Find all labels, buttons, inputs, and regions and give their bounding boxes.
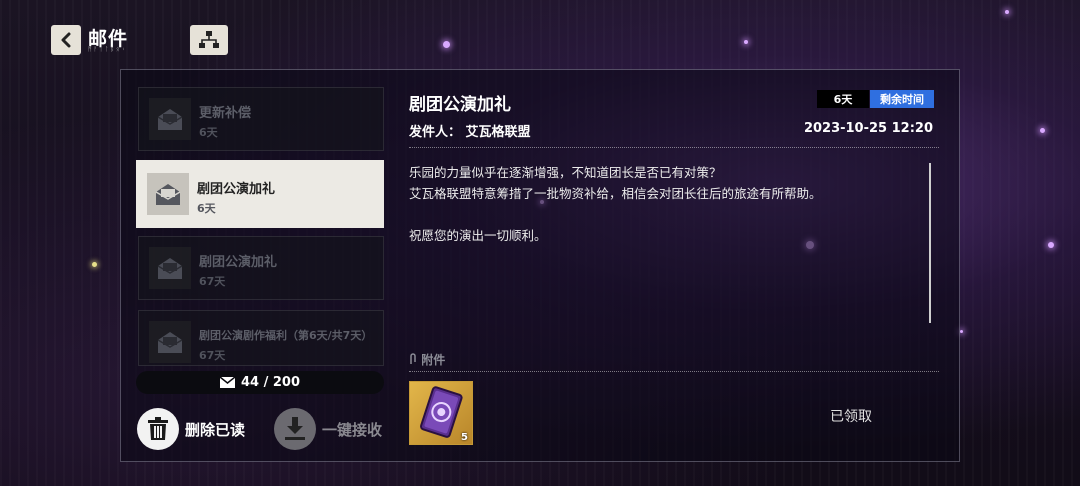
mail-title: 剧团公演加礼 — [409, 95, 511, 115]
mail-item-icon-box — [149, 247, 191, 289]
background-sparkle — [92, 262, 97, 267]
delete-read-button[interactable]: 删除已读 — [137, 408, 245, 450]
mail-item-days: 6天 — [199, 126, 218, 139]
background-sparkle — [1005, 10, 1009, 14]
tree-button[interactable] — [190, 25, 228, 55]
paperclip-icon — [410, 353, 416, 364]
mail-item-days: 6天 — [197, 202, 216, 215]
mail-item-name: 剧团公演加礼 — [197, 182, 276, 197]
receive-circle — [274, 408, 316, 450]
back-button[interactable] — [51, 25, 81, 55]
mail-list-item[interactable]: 剧团公演剧作福利（第6天/共7天） 67天 — [138, 310, 384, 366]
divider — [409, 147, 939, 148]
background-sparkle — [960, 330, 963, 333]
mail-count-text: 44 / 200 — [240, 375, 301, 390]
attachment-label-text: 附件 — [421, 353, 446, 367]
back-arrow-icon — [61, 32, 71, 48]
delete-read-label: 删除已读 — [185, 420, 246, 439]
envelope-open-icon — [157, 258, 183, 279]
mail-list-item[interactable]: 更新补偿 6天 — [138, 87, 384, 151]
claimed-status: 已领取 — [830, 409, 872, 425]
mail-icon — [219, 377, 235, 388]
receive-all-button[interactable]: 一键接收 — [274, 408, 382, 450]
tree-icon — [199, 31, 219, 48]
download-icon — [285, 417, 305, 440]
mail-sender: 发件人： 艾瓦格联盟 — [409, 125, 531, 140]
attachment-quantity: 5 — [461, 432, 468, 443]
mail-item-icon-box — [149, 98, 191, 140]
background-sparkle — [1040, 128, 1045, 133]
trash-icon — [148, 417, 168, 440]
mail-body-line: 祝愿您的演出一切顺利。 — [409, 228, 547, 243]
mail-list-item[interactable]: 剧团公演加礼 67天 — [138, 236, 384, 300]
body-scrollbar[interactable] — [929, 163, 931, 323]
mail-counter: 44 / 200 — [136, 371, 384, 394]
envelope-open-icon — [157, 332, 183, 353]
delete-circle — [137, 408, 179, 450]
mail-panel: 更新补偿 6天 剧团公演加礼 6天 剧团公演加礼 67天 剧团公演剧作福利（第6… — [120, 69, 960, 462]
page-subtitle: ᛗᚨᛁᛚᛒᛟᚲ — [88, 46, 128, 53]
mail-item-name: 更新补偿 — [199, 106, 252, 121]
mail-list-item-selected[interactable]: 剧团公演加礼 6天 — [136, 160, 384, 228]
mail-body-line: 乐园的力量似乎在逐渐增强，不知道团长是否已有对策？ — [409, 165, 722, 180]
divider — [409, 371, 939, 372]
remaining-time-badge: 剩余时间 — [870, 90, 934, 108]
attachment-item[interactable]: 5 — [409, 381, 473, 445]
mail-item-days: 67天 — [199, 275, 226, 288]
mail-date: 2023-10-25 12:20 — [803, 121, 933, 136]
background-sparkle — [443, 41, 450, 48]
receive-all-label: 一键接收 — [322, 420, 383, 439]
envelope-open-icon — [157, 109, 183, 130]
mail-body-line: 艾瓦格联盟特意筹措了一批物资补给，相信会对团长往后的旅途有所帮助。 — [409, 186, 822, 201]
mail-item-name: 剧团公演加礼 — [199, 255, 278, 270]
attachment-label: 附件 — [409, 351, 445, 368]
days-badge: 6天 — [817, 90, 869, 108]
mail-item-icon-box — [149, 321, 191, 363]
mail-body: 乐园的力量似乎在逐渐增强，不知道团长是否已有对策？ 艾瓦格联盟特意筹措了一批物资… — [409, 162, 929, 246]
background-sparkle — [744, 40, 748, 44]
mail-item-icon-box — [147, 173, 189, 215]
background-sparkle — [1048, 242, 1054, 248]
mail-item-name: 剧团公演剧作福利（第6天/共7天） — [199, 329, 373, 342]
mail-item-days: 67天 — [199, 349, 226, 362]
envelope-open-icon — [155, 184, 181, 205]
